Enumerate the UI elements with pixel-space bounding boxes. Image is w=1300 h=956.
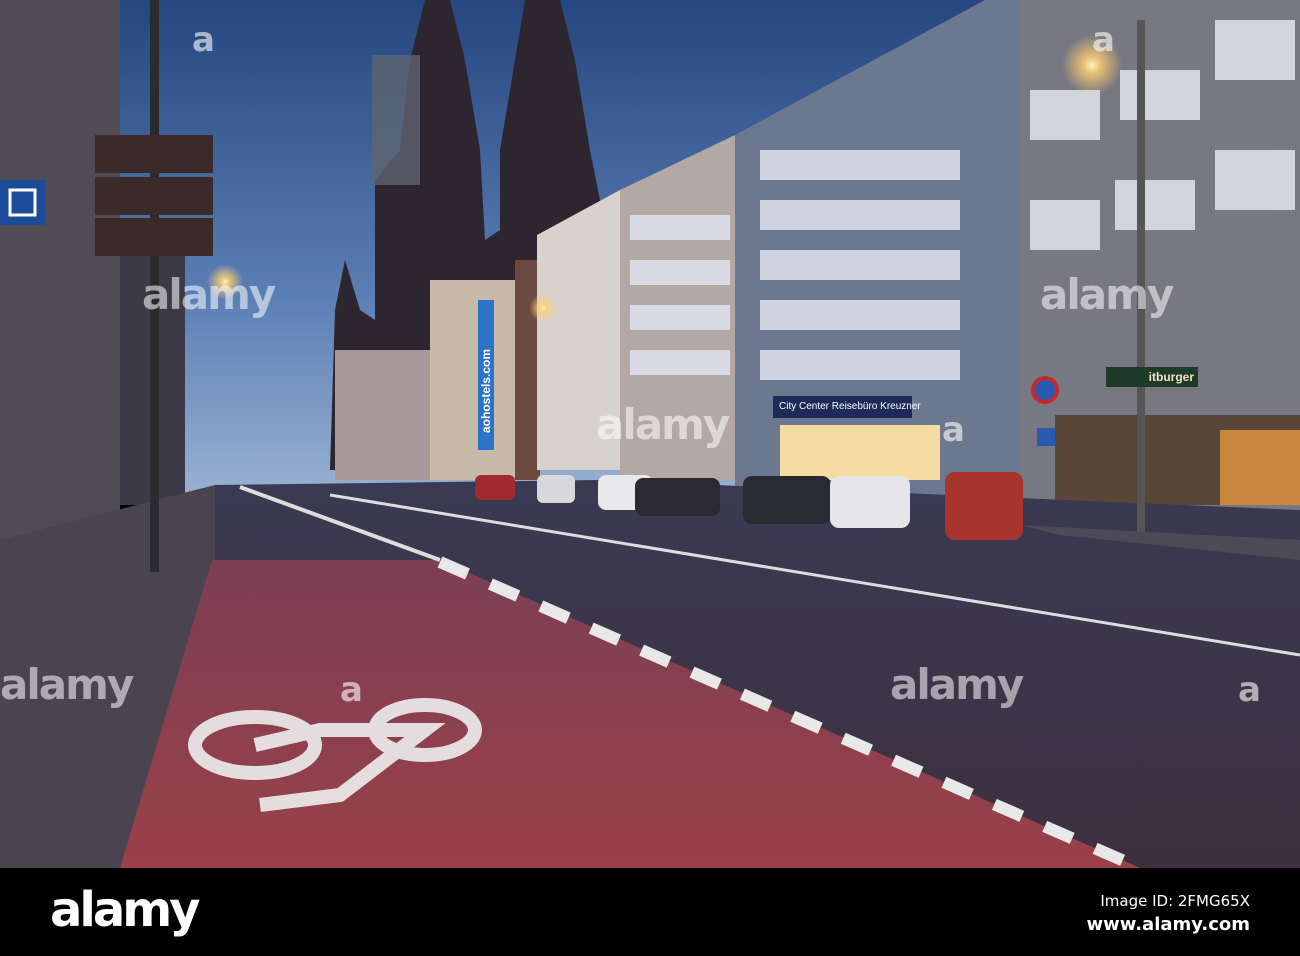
alamy-logo: alamy <box>50 882 201 938</box>
travel-agency-sign-text: City Center Reisebüro Kreuzner <box>779 401 921 412</box>
parking-sign <box>1037 428 1055 446</box>
no-parking-sign <box>1031 376 1059 404</box>
image-id: Image ID: 2FMG65X <box>1100 892 1250 910</box>
pub-sign: itburger <box>1106 367 1198 387</box>
watermark-letter: a <box>942 410 965 450</box>
watermark-letter: a <box>192 20 215 60</box>
watermark: alamy <box>142 270 276 319</box>
footer-bar: alamy Image ID: 2FMG65X www.alamy.com <box>0 868 1300 956</box>
hostel-sign: aohostels.com <box>478 305 494 435</box>
watermark: alamy <box>0 660 134 709</box>
travel-agency-sign: City Center Reisebüro Kreuzner <box>773 396 921 418</box>
bank-logo <box>0 180 45 225</box>
watermark-letter: a <box>1092 20 1115 60</box>
street-light <box>529 294 557 322</box>
watermark: alamy <box>596 400 730 449</box>
site-url: www.alamy.com <box>1086 914 1250 935</box>
street-photo: aohostels.com City Center Reisebüro Kreu… <box>0 0 1300 956</box>
watermark: alamy <box>1040 270 1174 319</box>
watermark-letter: a <box>1238 670 1261 710</box>
hostel-sign-text: aohostels.com <box>479 348 493 433</box>
watermark: alamy <box>890 660 1024 709</box>
shop-window <box>780 425 940 480</box>
pub-sign-text: itburger <box>1148 370 1194 384</box>
watermark-letter: a <box>340 670 363 710</box>
